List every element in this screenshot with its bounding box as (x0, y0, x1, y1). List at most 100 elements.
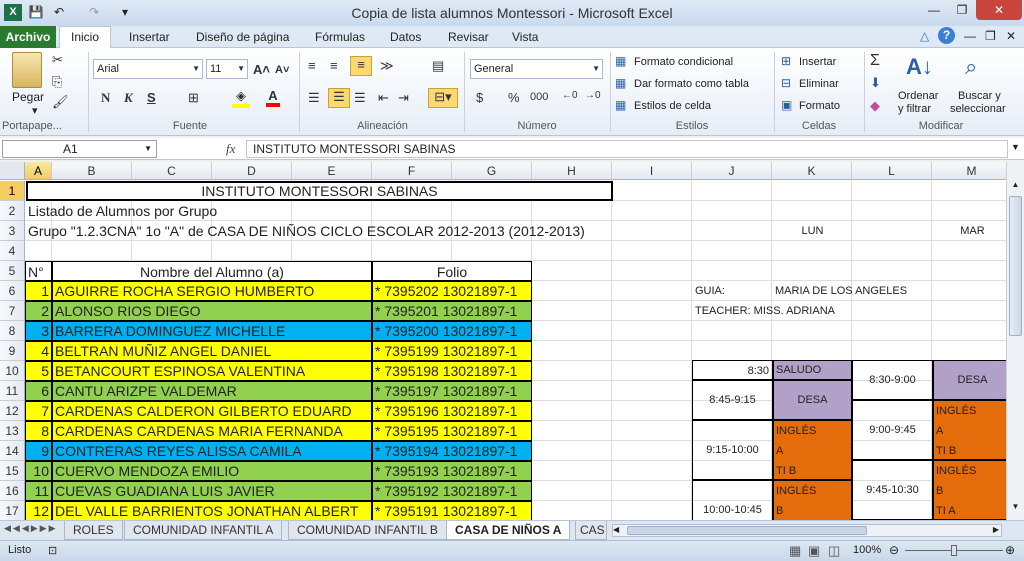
student-folio[interactable]: * 7395200 13021897-1 (372, 321, 532, 341)
zoom-in-icon[interactable]: ⊕ (1005, 543, 1015, 557)
format-cells-icon[interactable]: ▣ (781, 98, 792, 112)
sched-time-1000-1045[interactable]: 10:00-10:45 (692, 480, 773, 520)
sched-time-830-900[interactable]: 8:30-9:00 (852, 360, 933, 400)
cell-styles-button[interactable]: Estilos de celda (634, 100, 711, 112)
sheet-nav-icon[interactable]: ◀◀◀▶▶▶ (4, 523, 58, 534)
decrease-indent-icon[interactable]: ⇤ (378, 90, 389, 106)
row-header-7[interactable]: 7 (0, 301, 25, 321)
zoom-level[interactable]: 100% (853, 544, 881, 556)
student-num[interactable]: 3 (25, 321, 52, 341)
macro-icon[interactable]: ⊡ (48, 544, 57, 557)
tab-insertar[interactable]: Insertar (129, 30, 170, 44)
column-header-b[interactable]: B (52, 162, 132, 180)
sched-saludo[interactable]: SALUDO (773, 360, 852, 380)
student-num[interactable]: 12 (25, 501, 52, 520)
row-header-14[interactable]: 14 (0, 441, 25, 461)
student-name[interactable]: CONTRERAS REYES ALISSA CAMILA (52, 441, 372, 461)
student-name[interactable]: CUEVAS GUADIANA LUIS JAVIER (52, 481, 372, 501)
font-name-select[interactable]: Arial ▼ (93, 59, 203, 79)
tab-archivo[interactable]: Archivo (0, 26, 56, 48)
currency-button[interactable]: $ (476, 90, 483, 105)
header-name[interactable]: Nombre del Alumno (a) (52, 261, 372, 281)
delete-button[interactable]: Eliminar (799, 78, 839, 90)
normal-view-icon[interactable]: ▦ (789, 543, 801, 559)
sched-time-915-1000[interactable]: 9:15-10:00 (692, 420, 773, 480)
tab-vista[interactable]: Vista (512, 30, 538, 44)
binoculars-icon[interactable]: ⌕ (965, 54, 977, 80)
tab-datos[interactable]: Datos (390, 30, 421, 44)
tab-inicio[interactable]: Inicio (59, 26, 111, 49)
sched-time-845[interactable]: 8:45-9:15 (692, 380, 773, 420)
borders-icon[interactable]: ⊞ (188, 90, 199, 106)
align-top-icon[interactable]: ≡ (308, 58, 316, 73)
worksheet-grid[interactable]: ABCDEFGHIJKLM 1 2 3 4 5 6 7 8 9 10 11 12 13 14 15 16 17 … (0, 162, 1006, 520)
sched-ingles-lun-2[interactable]: INGLÉS B (773, 480, 852, 520)
increase-indent-icon[interactable]: ⇥ (398, 90, 409, 106)
student-folio[interactable]: * 7395192 13021897-1 (372, 481, 532, 501)
guia-name[interactable]: MARIA DE LOS ANGELES (775, 281, 935, 301)
ribbon-minimize-icon[interactable]: △ (920, 29, 929, 43)
bold-button[interactable]: N (101, 90, 110, 106)
row-header-4[interactable]: 4 (0, 241, 25, 261)
thousands-button[interactable]: 000 (530, 91, 548, 103)
percent-button[interactable]: % (508, 90, 520, 105)
sort-filter-icon[interactable]: A↓ (906, 54, 933, 80)
student-folio[interactable]: * 7395201 13021897-1 (372, 301, 532, 321)
insert-function-button[interactable]: fx (226, 141, 235, 157)
sched-time-945-1030[interactable]: 9:45-10:30 (852, 460, 933, 520)
student-num[interactable]: 10 (25, 461, 52, 481)
align-left-icon[interactable]: ☰ (308, 90, 320, 106)
student-name[interactable]: DEL VALLE BARRIENTOS JONATHAN ALBERT (52, 501, 372, 520)
expand-formula-icon[interactable]: ▼ (1011, 142, 1020, 152)
wb-restore-icon[interactable]: ❐ (985, 29, 996, 43)
merge-center-icon[interactable]: ⊟▾ (428, 88, 458, 108)
column-header-i[interactable]: I (612, 162, 692, 180)
student-folio[interactable]: * 7395197 13021897-1 (372, 381, 532, 401)
row-header-10[interactable]: 10 (0, 361, 25, 381)
row-header-1[interactable]: 1 (0, 181, 25, 201)
sched-desa-lun[interactable]: DESA (773, 380, 852, 420)
help-icon[interactable]: ? (938, 27, 955, 44)
insert-cells-icon[interactable]: ⊞ (781, 54, 791, 68)
zoom-slider-thumb[interactable] (951, 545, 957, 556)
sheet-tab-casa-a[interactable]: CASA DE NIÑOS A (446, 521, 571, 540)
student-num[interactable]: 8 (25, 421, 52, 441)
sort-filter-label-1[interactable]: Ordenar (898, 90, 938, 102)
align-right-icon[interactable]: ☰ (354, 90, 366, 106)
number-format-select[interactable]: General ▼ (470, 59, 603, 79)
column-header-c[interactable]: C (132, 162, 212, 180)
sched-ingles-mar-1[interactable]: INGLÉS A TI B (933, 400, 1006, 460)
column-header-k[interactable]: K (772, 162, 852, 180)
guia-label[interactable]: GUIA: (695, 281, 773, 301)
grow-font-icon[interactable]: A˄ (253, 62, 270, 77)
wrap-text-icon[interactable]: ▤ (432, 58, 444, 74)
student-num[interactable]: 1 (25, 281, 52, 301)
student-name[interactable]: BETANCOURT ESPINOSA VALENTINA (52, 361, 372, 381)
paste-button[interactable]: Pegar (12, 90, 44, 104)
student-name[interactable]: CANTU ARIZPE VALDEMAR (52, 381, 372, 401)
cut-icon[interactable]: ✂ (52, 52, 63, 68)
horizontal-scrollbar[interactable]: ◀ ▶ (612, 524, 1002, 537)
student-folio[interactable]: * 7395191 13021897-1 (372, 501, 532, 520)
clear-icon[interactable]: ◆ (870, 98, 880, 114)
find-select-label-2[interactable]: seleccionar (950, 103, 1006, 115)
student-name[interactable]: CARDENAS CARDENAS MARIA FERNANDA (52, 421, 372, 441)
column-header-j[interactable]: J (692, 162, 772, 180)
column-header-a[interactable]: A (25, 162, 52, 180)
column-header-m[interactable]: M (932, 162, 1006, 180)
row-header-6[interactable]: 6 (0, 281, 25, 301)
fill-icon[interactable]: ⬇ (870, 75, 881, 91)
student-num[interactable]: 11 (25, 481, 52, 501)
name-box[interactable]: A1 ▼ (2, 140, 157, 158)
row-header-17[interactable]: 17 (0, 501, 25, 520)
column-header-d[interactable]: D (212, 162, 292, 180)
autosum-button[interactable]: Σ (870, 52, 880, 70)
wb-close-icon[interactable]: ✕ (1006, 29, 1016, 43)
student-folio[interactable]: * 7395193 13021897-1 (372, 461, 532, 481)
sched-time-830[interactable]: 8:30 (692, 360, 773, 380)
lun-cell[interactable]: LUN (773, 221, 852, 241)
shrink-font-icon[interactable]: A˅ (275, 64, 289, 76)
decrease-decimal-icon[interactable]: →0 (585, 90, 601, 101)
table-format-icon[interactable]: ▦ (615, 76, 626, 90)
student-num[interactable]: 2 (25, 301, 52, 321)
